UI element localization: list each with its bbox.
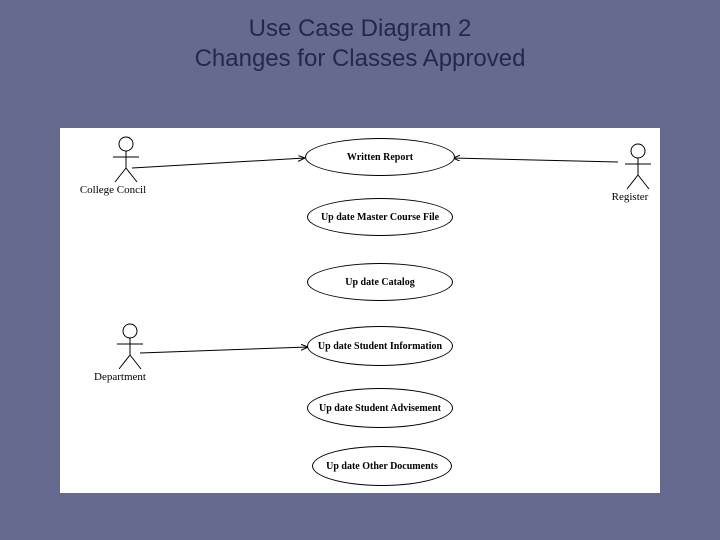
title-line2: Changes for Classes Approved [0, 44, 720, 74]
page-title: Use Case Diagram 2 Changes for Classes A… [0, 0, 720, 74]
actor-label-register: Register [600, 191, 660, 203]
stick-figure-icon [115, 323, 145, 371]
diagram-canvas: College Concil Register Department Writt… [60, 128, 660, 493]
stick-figure-icon [111, 136, 141, 184]
usecase-update-student-info: Up date Student Information [307, 326, 453, 366]
stick-figure-icon [623, 143, 653, 191]
usecase-written-report: Written Report [305, 138, 455, 176]
actor-label-college-council: College Concil [73, 184, 153, 196]
actor-label-department: Department [85, 371, 155, 383]
usecase-update-student-advise: Up date Student Advisement [307, 388, 453, 428]
title-line1: Use Case Diagram 2 [0, 14, 720, 44]
actor-department: Department [105, 323, 155, 383]
usecase-update-other-docs: Up date Other Documents [312, 446, 452, 486]
usecase-update-catalog: Up date Catalog [307, 263, 453, 301]
actor-college-council: College Concil [98, 136, 153, 196]
actor-register: Register [615, 143, 660, 203]
usecase-update-master: Up date Master Course File [307, 198, 453, 236]
